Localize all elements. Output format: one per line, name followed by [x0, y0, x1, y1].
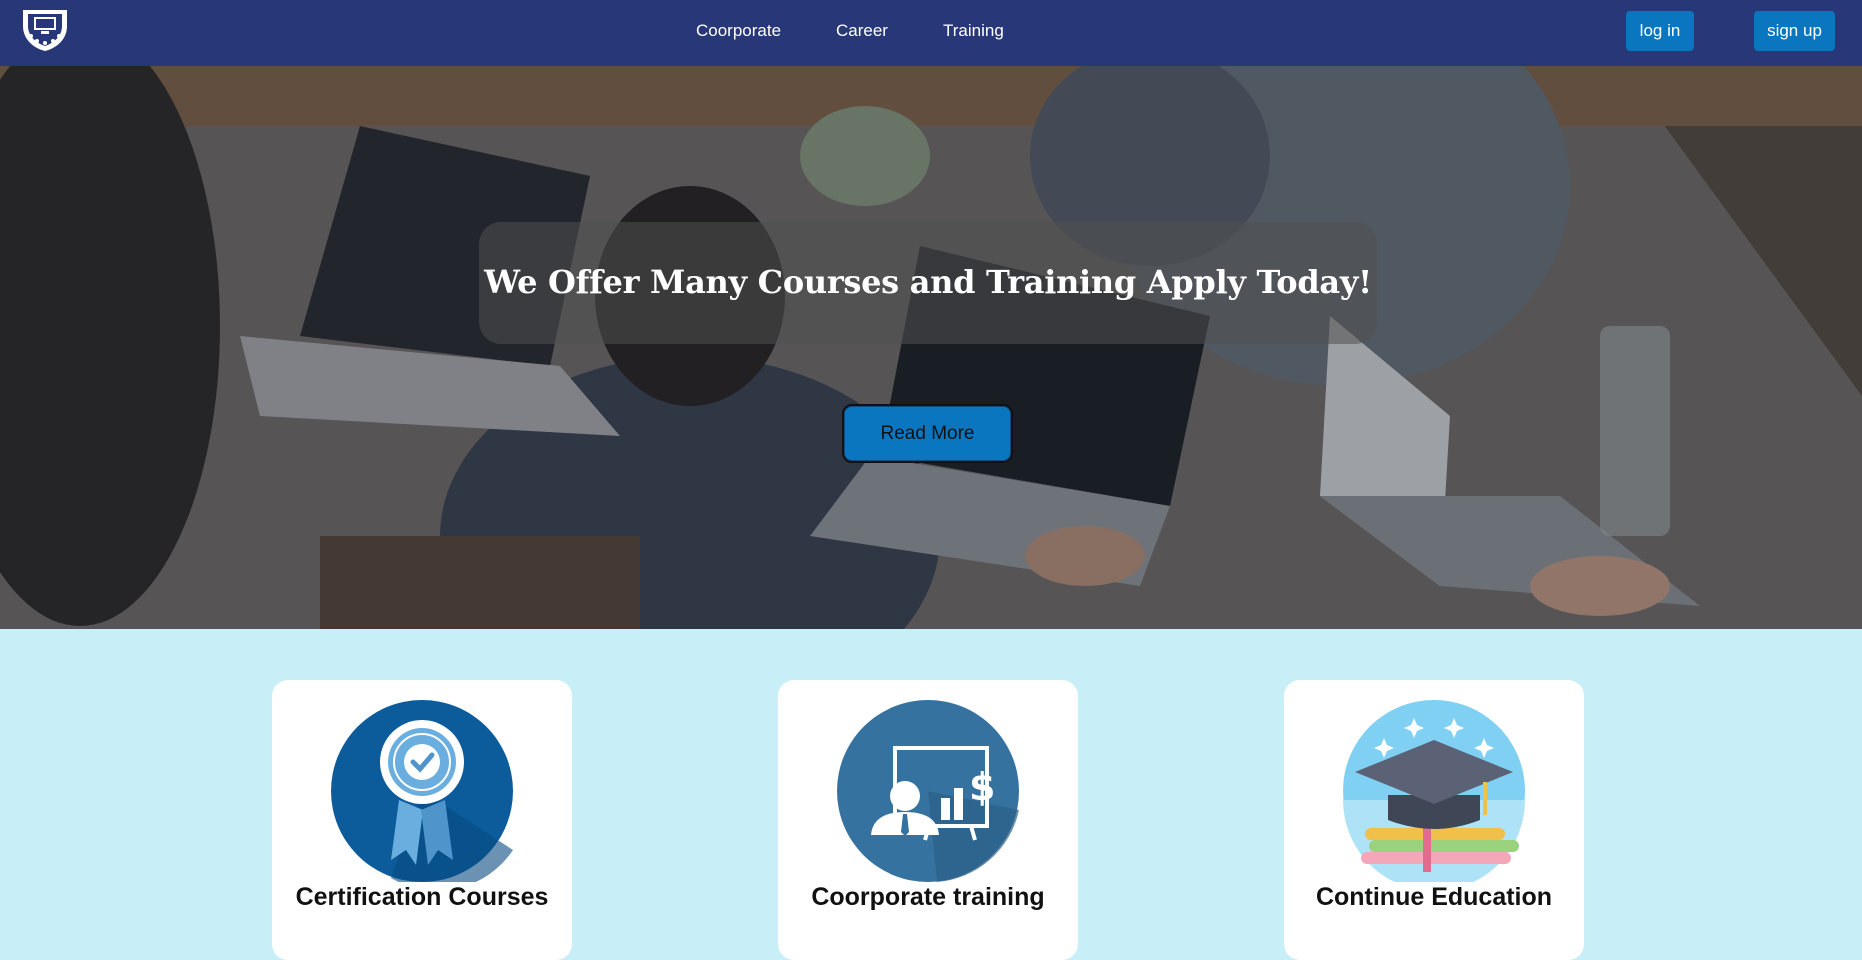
hero-banner: We Offer Many Courses and Training Apply…: [0, 66, 1862, 629]
award-ribbon-icon: [331, 700, 513, 882]
svg-text:$: $: [969, 765, 995, 809]
card-title: Coorporate training: [811, 883, 1045, 911]
nav-link-coorporate[interactable]: Coorporate: [696, 21, 781, 41]
card-coorporate-training[interactable]: $ Coorporate training: [778, 680, 1078, 960]
card-title: Continue Education: [1315, 883, 1553, 911]
card-continue-education[interactable]: Continue Education: [1284, 680, 1584, 960]
graduation-cap-icon: [1343, 700, 1525, 882]
presentation-icon: $: [837, 700, 1019, 882]
logo-icon[interactable]: [19, 6, 71, 52]
headline-panel: We Offer Many Courses and Training Apply…: [479, 222, 1377, 344]
nav-link-career[interactable]: Career: [836, 21, 888, 41]
read-more-button[interactable]: Read More: [842, 404, 1013, 463]
top-navbar: Coorporate Career Training log in sign u…: [0, 0, 1862, 66]
nav-link-training[interactable]: Training: [943, 21, 1004, 41]
card-title: Certification Courses: [295, 883, 549, 911]
signup-button[interactable]: sign up: [1754, 11, 1835, 51]
hero-headline: We Offer Many Courses and Training Apply…: [484, 263, 1372, 301]
login-button[interactable]: log in: [1626, 11, 1694, 51]
card-certification-courses[interactable]: Certification Courses: [272, 680, 572, 960]
